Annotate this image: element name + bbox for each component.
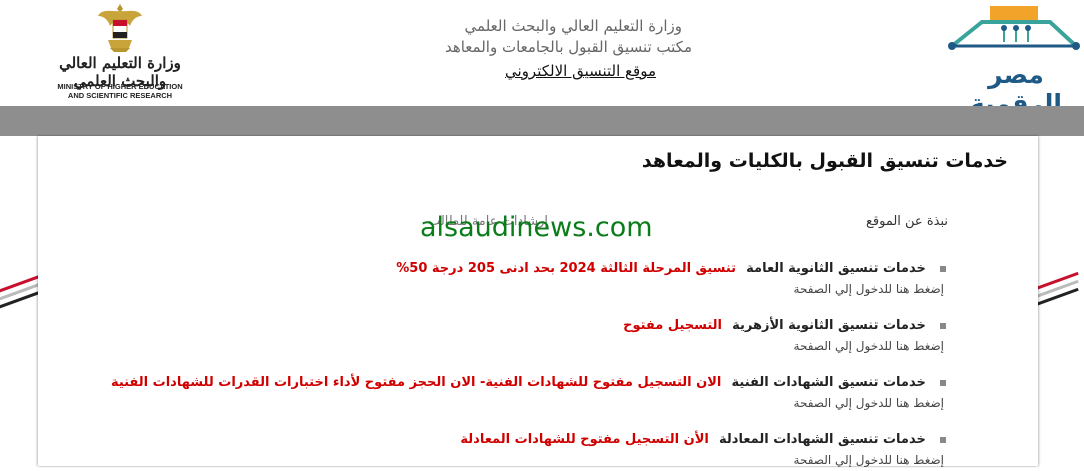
ministry-logo[interactable]: وزارة التعليم العالي والبحث العلمي MINIS… [40,2,200,102]
header-center-text: وزارة التعليم العالي والبحث العلمي مكتب … [420,16,692,84]
bullet-icon [940,379,946,386]
service-status-note: الان التسجيل مفتوح للشهادات الفنية- الان… [110,375,722,390]
right-flag-stripes [1030,270,1084,310]
bullet-icon [940,265,946,272]
service-status-note: التسجيل مفتوح [623,318,723,333]
header-office-line: مكتب تنسيق القبول بالجامعات والمعاهد [444,38,692,56]
egypt-eagle-emblem-icon [98,4,142,52]
header-ministry-line: وزارة التعليم العالي والبحث العلمي [464,17,682,35]
service-title-azhar-secondary[interactable]: خدمات تنسيق الثانوية الأزهرية [732,318,926,333]
service-item: خدمات تنسيق الشهادات الفنية الان التسجيل… [86,374,946,414]
service-row: خدمات تنسيق الثانوية العامة تنسيق المرحل… [86,260,946,278]
service-item: خدمات تنسيق الثانوية الأزهرية التسجيل مف… [86,317,946,357]
masr-digital-logo[interactable]: مصر الرقمية [946,2,1082,118]
service-row: خدمات تنسيق الشهادات الفنية الان التسجيل… [86,374,946,392]
service-title-equivalent-certificates[interactable]: خدمات تنسيق الشهادات المعادلة [719,432,926,447]
service-status-note: الأن التسجيل مفتوح للشهادات المعادلة [460,432,709,447]
service-row: خدمات تنسيق الشهادات المعادلة الأن التسج… [86,431,946,449]
ministry-english-line1: MINISTRY OF HIGHER EDUCATION [57,82,183,91]
header-site-link[interactable]: موقع التنسيق الالكتروني [420,58,656,84]
enter-page-link[interactable]: إضغط هنا للدخول إلي الصفحة [86,449,944,471]
service-item: خدمات تنسيق الشهادات المعادلة الأن التسج… [86,431,946,471]
enter-page-link[interactable]: إضغط هنا للدخول إلي الصفحة [86,392,944,414]
site-header: وزارة التعليم العالي والبحث العلمي MINIS… [0,0,1084,118]
service-item: خدمات تنسيق الثانوية العامة تنسيق المرحل… [86,260,946,300]
service-title-general-secondary[interactable]: خدمات تنسيق الثانوية العامة [746,261,926,276]
watermark-text: alsaudinews.com [420,212,653,243]
nav-bar [0,106,1084,136]
digital-egypt-circuit-icon [948,6,1080,50]
page-title: خدمات تنسيق القبول بالكليات والمعاهد [641,150,1008,172]
service-title-technical-certificates[interactable]: خدمات تنسيق الشهادات الفنية [732,375,926,390]
service-row: خدمات تنسيق الثانوية الأزهرية التسجيل مف… [86,317,946,335]
enter-page-link[interactable]: إضغط هنا للدخول إلي الصفحة [86,335,944,357]
ministry-english-name: MINISTRY OF HIGHER EDUCATION AND SCIENTI… [40,82,200,100]
bullet-icon [940,436,946,443]
bullet-icon [940,322,946,329]
about-site-link[interactable]: نبذة عن الموقع [866,214,948,229]
service-status-note: تنسيق المرحلة الثالثة 2024 بحد ادنى 205 … [396,261,737,276]
enter-page-link[interactable]: إضغط هنا للدخول إلي الصفحة [86,278,944,300]
left-flag-stripes [0,270,40,310]
content-panel: خدمات تنسيق القبول بالكليات والمعاهد نبذ… [38,136,1038,467]
ministry-english-line2: AND SCIENTIFIC RESEARCH [67,91,173,100]
